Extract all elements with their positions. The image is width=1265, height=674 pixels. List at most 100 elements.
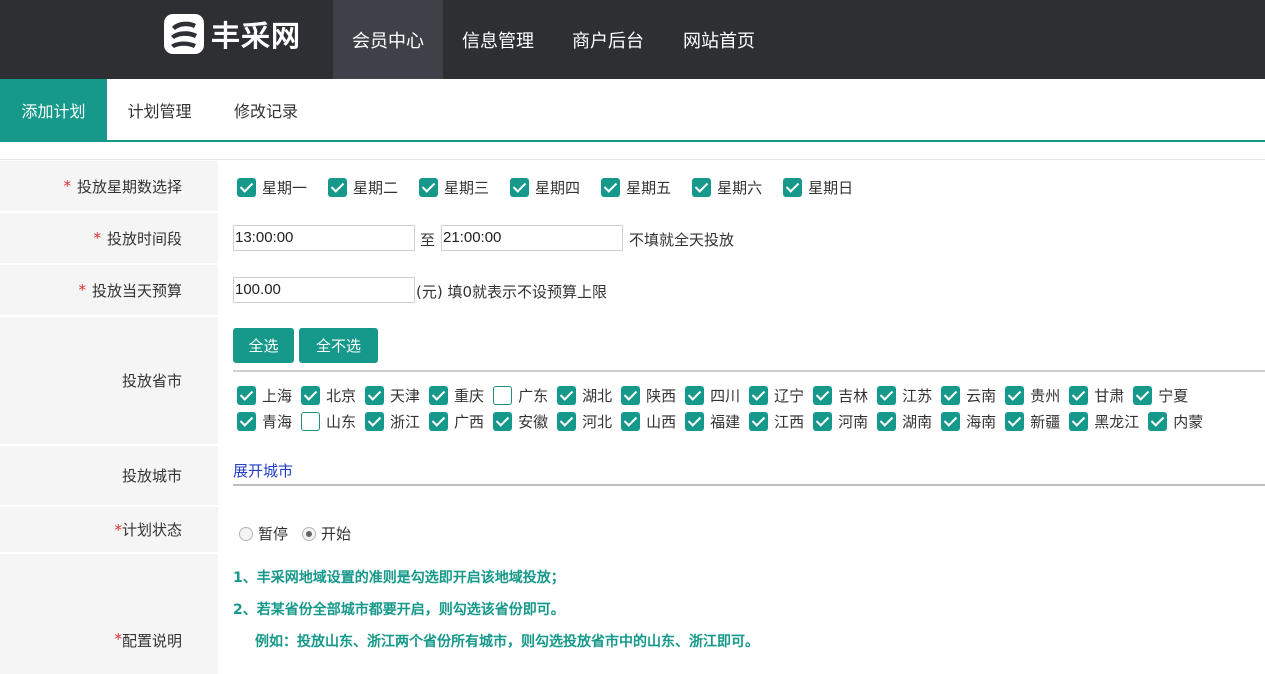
weekday-checkbox[interactable]: 星期六 bbox=[692, 177, 762, 198]
province-checkbox[interactable]: 浙江 bbox=[365, 411, 420, 432]
province-checkbox[interactable]: 宁夏 bbox=[1133, 385, 1188, 406]
province-checkbox[interactable]: 安徽 bbox=[493, 411, 548, 432]
status-radio[interactable]: 开始 bbox=[302, 523, 351, 544]
province-checkbox[interactable]: 江苏 bbox=[877, 385, 932, 406]
province-checkbox[interactable]: 重庆 bbox=[429, 385, 484, 406]
checked-box-icon[interactable] bbox=[1148, 412, 1168, 431]
weekday-checkbox[interactable]: 星期五 bbox=[601, 177, 671, 198]
checked-box-icon[interactable] bbox=[749, 386, 769, 405]
province-checkbox[interactable]: 陕西 bbox=[621, 385, 676, 406]
checked-box-icon[interactable] bbox=[749, 412, 769, 431]
checked-box-icon[interactable] bbox=[813, 412, 833, 431]
checked-box-icon[interactable] bbox=[621, 412, 641, 431]
logo-icon bbox=[164, 14, 204, 54]
checked-box-icon[interactable] bbox=[1069, 386, 1089, 405]
checked-box-icon[interactable] bbox=[601, 178, 621, 197]
tab-modify-records[interactable]: 修改记录 bbox=[212, 79, 320, 140]
weekday-checkbox[interactable]: 星期三 bbox=[419, 177, 489, 198]
province-checkbox[interactable]: 内蒙 bbox=[1148, 411, 1203, 432]
province-checkbox[interactable]: 海南 bbox=[941, 411, 996, 432]
province-checkbox[interactable]: 青海 bbox=[237, 411, 292, 432]
status-radio[interactable]: 暂停 bbox=[239, 523, 288, 544]
unchecked-box-icon[interactable] bbox=[301, 412, 321, 431]
checked-box-icon[interactable] bbox=[429, 386, 449, 405]
unchecked-box-icon[interactable] bbox=[493, 386, 513, 405]
checked-box-icon[interactable] bbox=[877, 386, 897, 405]
checked-box-icon[interactable] bbox=[685, 412, 705, 431]
checked-box-icon[interactable] bbox=[877, 412, 897, 431]
province-checkbox[interactable]: 天津 bbox=[365, 385, 420, 406]
checked-box-icon[interactable] bbox=[237, 386, 256, 405]
nav-site-home[interactable]: 网站首页 bbox=[663, 0, 775, 79]
checked-box-icon[interactable] bbox=[429, 412, 449, 431]
province-checkbox[interactable]: 吉林 bbox=[813, 385, 868, 406]
province-checkbox[interactable]: 湖北 bbox=[557, 385, 612, 406]
weekday-checkbox[interactable]: 星期二 bbox=[328, 177, 398, 198]
checked-box-icon[interactable] bbox=[1133, 386, 1153, 405]
checked-box-icon[interactable] bbox=[621, 386, 641, 405]
province-checkbox[interactable]: 四川 bbox=[685, 385, 740, 406]
province-checkbox[interactable]: 河北 bbox=[557, 411, 612, 432]
checked-box-icon[interactable] bbox=[365, 386, 385, 405]
province-checkbox[interactable]: 甘肃 bbox=[1069, 385, 1124, 406]
province-checkbox[interactable]: 广西 bbox=[429, 411, 484, 432]
budget-input[interactable]: 100.00 bbox=[233, 277, 415, 303]
checked-box-icon[interactable] bbox=[328, 178, 348, 197]
checked-box-icon[interactable] bbox=[1069, 412, 1089, 431]
province-checkbox[interactable]: 云南 bbox=[941, 385, 996, 406]
site-logo[interactable]: 丰采网 bbox=[163, 12, 301, 56]
province-checkbox[interactable]: 广东 bbox=[493, 385, 548, 406]
checked-box-icon[interactable] bbox=[365, 412, 385, 431]
checked-box-icon[interactable] bbox=[1005, 386, 1025, 405]
province-checkbox[interactable]: 黑龙江 bbox=[1069, 411, 1139, 432]
checked-box-icon[interactable] bbox=[692, 178, 712, 197]
province-checkbox[interactable]: 辽宁 bbox=[749, 385, 804, 406]
weekday-label: 星期六 bbox=[717, 179, 763, 197]
tab-add-plan[interactable]: 添加计划 bbox=[0, 79, 107, 140]
province-checkbox[interactable]: 山东 bbox=[301, 411, 356, 432]
province-checkbox[interactable]: 北京 bbox=[301, 385, 356, 406]
province-label: 云南 bbox=[966, 387, 997, 405]
checked-box-icon[interactable] bbox=[493, 412, 513, 431]
nav-member-center[interactable]: 会员中心 bbox=[333, 0, 443, 79]
note-line-2: 2、若某省份全部城市都要开启，则勾选该省份即可。 bbox=[233, 602, 565, 618]
checked-box-icon[interactable] bbox=[557, 412, 577, 431]
checked-box-icon[interactable] bbox=[237, 178, 256, 197]
nav-merchant-backend[interactable]: 商户后台 bbox=[553, 0, 663, 79]
checked-box-icon[interactable] bbox=[237, 412, 256, 431]
checked-box-icon[interactable] bbox=[301, 386, 321, 405]
province-checkbox[interactable]: 上海 bbox=[237, 385, 292, 406]
province-checkbox[interactable]: 福建 bbox=[685, 411, 740, 432]
checked-box-icon[interactable] bbox=[1005, 412, 1025, 431]
checked-box-icon[interactable] bbox=[419, 178, 439, 197]
nav-info-management[interactable]: 信息管理 bbox=[443, 0, 553, 79]
province-checkbox[interactable]: 山西 bbox=[621, 411, 676, 432]
weekday-checkbox[interactable]: 星期日 bbox=[783, 177, 853, 198]
checked-box-icon[interactable] bbox=[941, 386, 961, 405]
province-checkbox[interactable]: 新疆 bbox=[1005, 411, 1060, 432]
province-checkbox[interactable]: 河南 bbox=[813, 411, 868, 432]
sub-tabs: 添加计划 计划管理 修改记录 bbox=[0, 79, 1265, 142]
checked-box-icon[interactable] bbox=[510, 178, 530, 197]
province-checkbox[interactable]: 湖南 bbox=[877, 411, 932, 432]
status-label-text: 计划状态 bbox=[121, 521, 182, 539]
weekday-checkbox[interactable]: 星期四 bbox=[510, 177, 580, 198]
radio-empty-icon[interactable] bbox=[239, 526, 253, 541]
start-time-input[interactable]: 13:00:00 bbox=[233, 225, 415, 251]
checked-box-icon[interactable] bbox=[783, 178, 803, 197]
select-none-button[interactable]: 全不选 bbox=[299, 328, 378, 363]
checked-box-icon[interactable] bbox=[557, 386, 577, 405]
province-checkbox[interactable]: 江西 bbox=[749, 411, 804, 432]
radio-selected-icon[interactable] bbox=[302, 526, 317, 541]
select-all-button[interactable]: 全选 bbox=[233, 328, 294, 363]
city-value: 展开城市 bbox=[233, 446, 1265, 505]
checked-box-icon[interactable] bbox=[813, 386, 833, 405]
expand-cities-link[interactable]: 展开城市 bbox=[233, 460, 293, 481]
checked-box-icon[interactable] bbox=[685, 386, 705, 405]
city-label-text: 投放城市 bbox=[121, 467, 182, 485]
end-time-input[interactable]: 21:00:00 bbox=[441, 225, 623, 251]
checked-box-icon[interactable] bbox=[941, 412, 961, 431]
tab-plan-management[interactable]: 计划管理 bbox=[107, 79, 212, 140]
weekday-checkbox[interactable]: 星期一 bbox=[237, 177, 307, 198]
province-checkbox[interactable]: 贵州 bbox=[1005, 385, 1060, 406]
